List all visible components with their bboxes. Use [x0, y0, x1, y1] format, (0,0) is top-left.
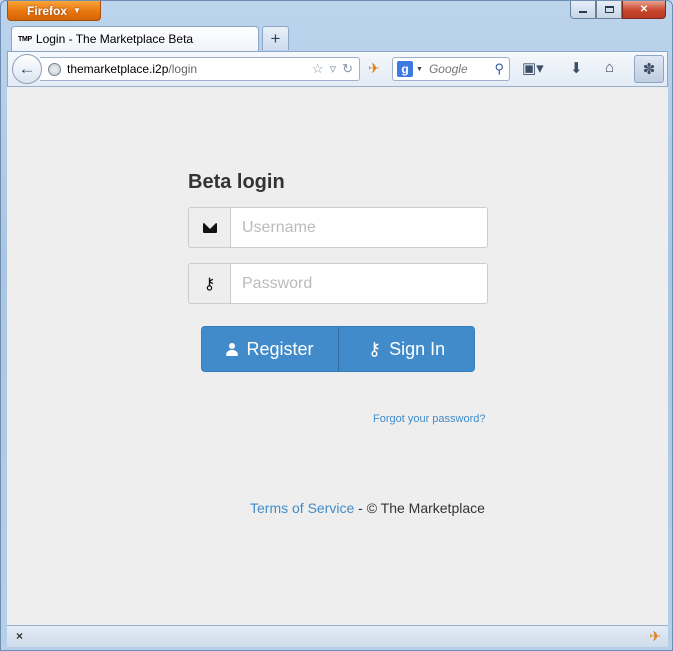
- minimize-button[interactable]: [570, 1, 596, 19]
- tab-favicon: TMP: [18, 35, 32, 43]
- i2p-extension-icon[interactable]: ✈: [368, 60, 380, 77]
- maximize-button[interactable]: [596, 1, 622, 19]
- search-bar[interactable]: g ▼ Google ⚲: [392, 57, 510, 81]
- url-actions: ☆ ▿ ↻: [312, 61, 353, 77]
- new-tab-button[interactable]: +: [262, 26, 289, 50]
- username-addon: [188, 207, 230, 248]
- url-host: themarketplace.i2p: [67, 62, 169, 76]
- close-addon-bar-icon[interactable]: ×: [16, 629, 23, 643]
- navigation-toolbar: themarketplace.i2p/login ☆ ▿ ↻ ← ✈ g ▼ G…: [7, 51, 668, 87]
- tab-login[interactable]: TMP Login - The Marketplace Beta: [11, 26, 259, 51]
- search-icon[interactable]: ⚲: [494, 61, 504, 77]
- footer: Terms of Service - © The Marketplace: [250, 500, 485, 516]
- reload-icon[interactable]: ↻: [342, 61, 353, 77]
- sign-in-button[interactable]: ⚷ Sign In: [339, 326, 475, 372]
- chevron-down-icon: ▼: [73, 6, 81, 15]
- star-icon[interactable]: ☆: [312, 61, 324, 77]
- auth-button-group: Register ⚷ Sign In: [201, 326, 475, 372]
- page-viewport: Beta login ⚷ Register ⚷ Sign In Forgot y…: [7, 87, 668, 625]
- key-icon: ⚷: [367, 338, 382, 359]
- chevron-down-icon: ▼: [416, 65, 423, 73]
- register-button[interactable]: Register: [201, 326, 339, 372]
- password-group: ⚷: [188, 263, 488, 304]
- download-icon[interactable]: ⬇: [570, 59, 583, 77]
- google-engine-icon[interactable]: g: [397, 61, 413, 77]
- search-placeholder: Google: [428, 62, 468, 76]
- close-window-button[interactable]: ✕: [622, 1, 666, 19]
- back-arrow-icon: ←: [18, 59, 36, 78]
- url-path: /login: [168, 62, 198, 76]
- back-button[interactable]: ←: [12, 54, 42, 84]
- dropdown-icon[interactable]: ▿: [330, 61, 337, 77]
- forgot-password-link[interactable]: Forgot your password?: [373, 413, 486, 425]
- bookmarks-icon[interactable]: ▣▾: [522, 59, 544, 77]
- password-addon: ⚷: [188, 263, 230, 304]
- firefox-menu-button[interactable]: Firefox ▼: [7, 1, 101, 21]
- i2p-status-icon[interactable]: ✈: [649, 628, 661, 645]
- username-input[interactable]: [230, 207, 488, 248]
- register-label: Register: [246, 338, 314, 359]
- firefox-menu-label: Firefox: [27, 3, 68, 18]
- envelope-icon: [202, 222, 217, 233]
- addon-bar: × ✈: [7, 625, 668, 647]
- browser-window: Firefox ▼ ✕ TMP Login - The Marketplace …: [0, 0, 673, 651]
- user-icon: [226, 342, 239, 356]
- url-bar[interactable]: themarketplace.i2p/login ☆ ▿ ↻: [40, 57, 360, 81]
- username-group: [188, 207, 488, 248]
- terms-of-service-link[interactable]: Terms of Service: [250, 500, 354, 516]
- close-icon: ✕: [639, 4, 649, 15]
- home-icon[interactable]: ⌂: [605, 59, 614, 76]
- minimize-icon: [579, 11, 587, 13]
- addon-icon[interactable]: ✽: [634, 55, 664, 83]
- key-icon: ⚷: [203, 275, 216, 293]
- sign-in-label: Sign In: [389, 338, 446, 359]
- maximize-icon: [604, 6, 614, 13]
- globe-icon: [48, 62, 61, 76]
- plus-icon: +: [270, 28, 281, 48]
- window-controls: ✕: [570, 1, 666, 19]
- footer-copyright: - © The Marketplace: [354, 500, 485, 516]
- password-input[interactable]: [230, 263, 488, 304]
- tab-title: Login - The Marketplace Beta: [35, 32, 194, 46]
- page-title: Beta login: [188, 171, 285, 193]
